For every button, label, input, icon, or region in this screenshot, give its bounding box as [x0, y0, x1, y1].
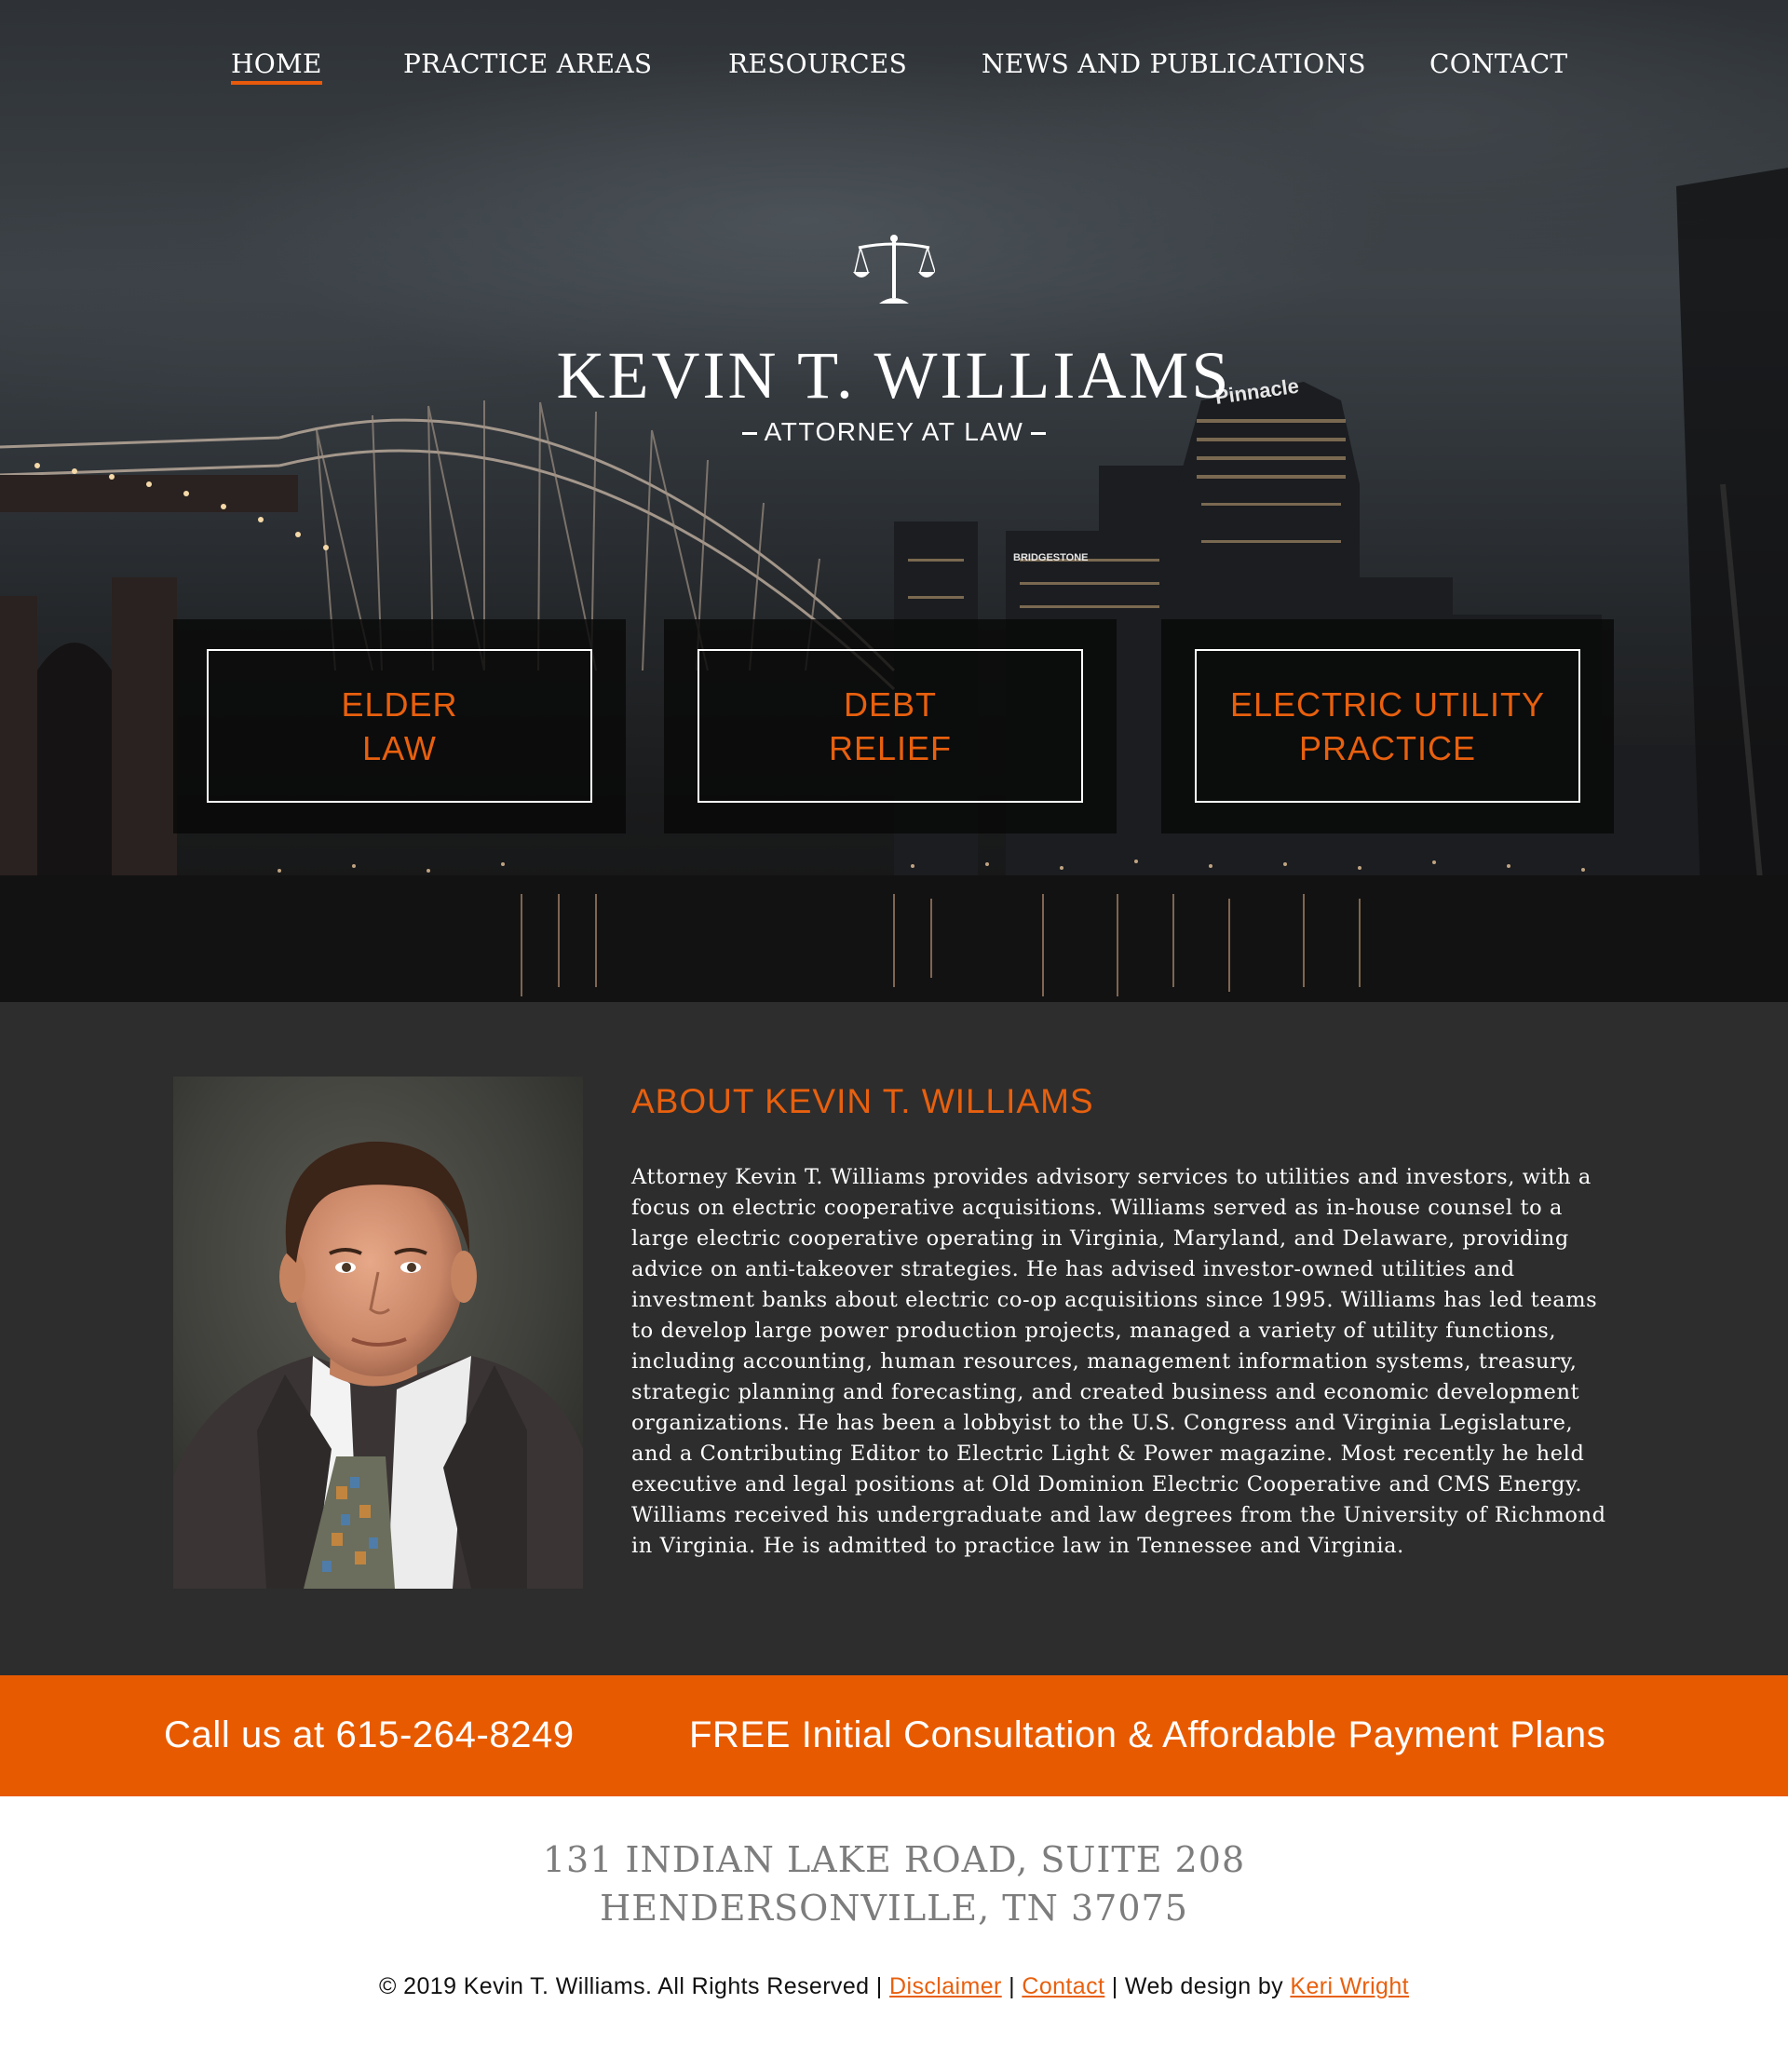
practice-link-debt-relief[interactable]: DEBT RELIEF — [698, 649, 1083, 803]
footer-link-disclaimer[interactable]: Disclaimer — [889, 1973, 1002, 1999]
brand-subtitle: ATTORNEY AT LAW — [0, 417, 1788, 447]
practice-link-electric-utility[interactable]: ELECTRIC UTILITY PRACTICE — [1195, 649, 1580, 803]
cta-bar: Call us at 615-264-8249 FREE Initial Con… — [0, 1675, 1788, 1796]
footer: 131 INDIAN LAKE ROAD, SUITE 208 HENDERSO… — [0, 1796, 1788, 2072]
attorney-portrait — [173, 1077, 583, 1589]
practice-card-debt-relief: DEBT RELIEF — [664, 619, 1117, 833]
address-line1: 131 INDIAN LAKE ROAD, SUITE 208 — [542, 1839, 1246, 1880]
main-nav: HOME PRACTICE AREAS RESOURCES NEWS AND P… — [0, 48, 1788, 86]
brand-subtitle-text: ATTORNEY AT LAW — [764, 417, 1024, 446]
nav-item-home[interactable]: HOME — [231, 48, 322, 85]
subtitle-left-dash — [741, 432, 757, 436]
copyright-line: © 2019 Kevin T. Williams. All Rights Res… — [0, 1973, 1788, 2000]
footer-separator: | — [1009, 1973, 1015, 1999]
copyright-text: © 2019 Kevin T. Williams. All Rights Res… — [379, 1973, 883, 1999]
practice-label-line2: RELIEF — [828, 728, 953, 767]
footer-link-contact[interactable]: Contact — [1022, 1973, 1104, 1999]
bridgestone-sign: BRIDGESTONE — [1013, 552, 1088, 563]
practice-label-line1: DEBT — [843, 684, 937, 724]
nav-item-news-and-publications[interactable]: NEWS AND PUBLICATIONS — [982, 48, 1366, 79]
about-section: ABOUT KEVIN T. WILLIAMS Attorney Kevin T… — [0, 1002, 1788, 1675]
web-design-by-text: | Web design by — [1111, 1973, 1284, 1999]
nav-item-practice-areas[interactable]: PRACTICE AREAS — [403, 48, 652, 79]
about-heading: ABOUT KEVIN T. WILLIAMS — [631, 1082, 1094, 1120]
address-line2: HENDERSONVILLE, TN 37075 — [600, 1888, 1188, 1929]
brand-name: KEVIN T. WILLIAMS — [556, 338, 1232, 413]
cta-phone[interactable]: Call us at 615-264-8249 — [164, 1714, 575, 1756]
cta-offer: FREE Initial Consultation & Affordable P… — [689, 1714, 1606, 1755]
hero-background-cityscape: Pinnacle BRIDGESTONE — [0, 168, 1788, 1002]
subtitle-right-dash — [1031, 432, 1047, 436]
practice-link-elder-law[interactable]: ELDER LAW — [207, 649, 592, 803]
hero-section: Pinnacle BRIDGESTONE HOME PRACTICE AREAS… — [0, 0, 1788, 1002]
scales-of-justice-icon — [853, 235, 935, 304]
practice-label-line2: LAW — [362, 728, 437, 767]
practice-card-elder-law: ELDER LAW — [173, 619, 626, 833]
practice-label-line2: PRACTICE — [1298, 728, 1477, 767]
nav-item-resources[interactable]: RESOURCES — [728, 48, 907, 79]
practice-card-electric-utility: ELECTRIC UTILITY PRACTICE — [1161, 619, 1614, 833]
practice-label-line1: ELECTRIC UTILITY — [1229, 684, 1546, 724]
footer-link-designer[interactable]: Keri Wright — [1290, 1973, 1409, 1999]
about-body: Attorney Kevin T. Williams provides advi… — [631, 1165, 1606, 1558]
nav-item-contact[interactable]: CONTACT — [1429, 48, 1567, 79]
practice-label-line1: ELDER — [341, 684, 458, 724]
